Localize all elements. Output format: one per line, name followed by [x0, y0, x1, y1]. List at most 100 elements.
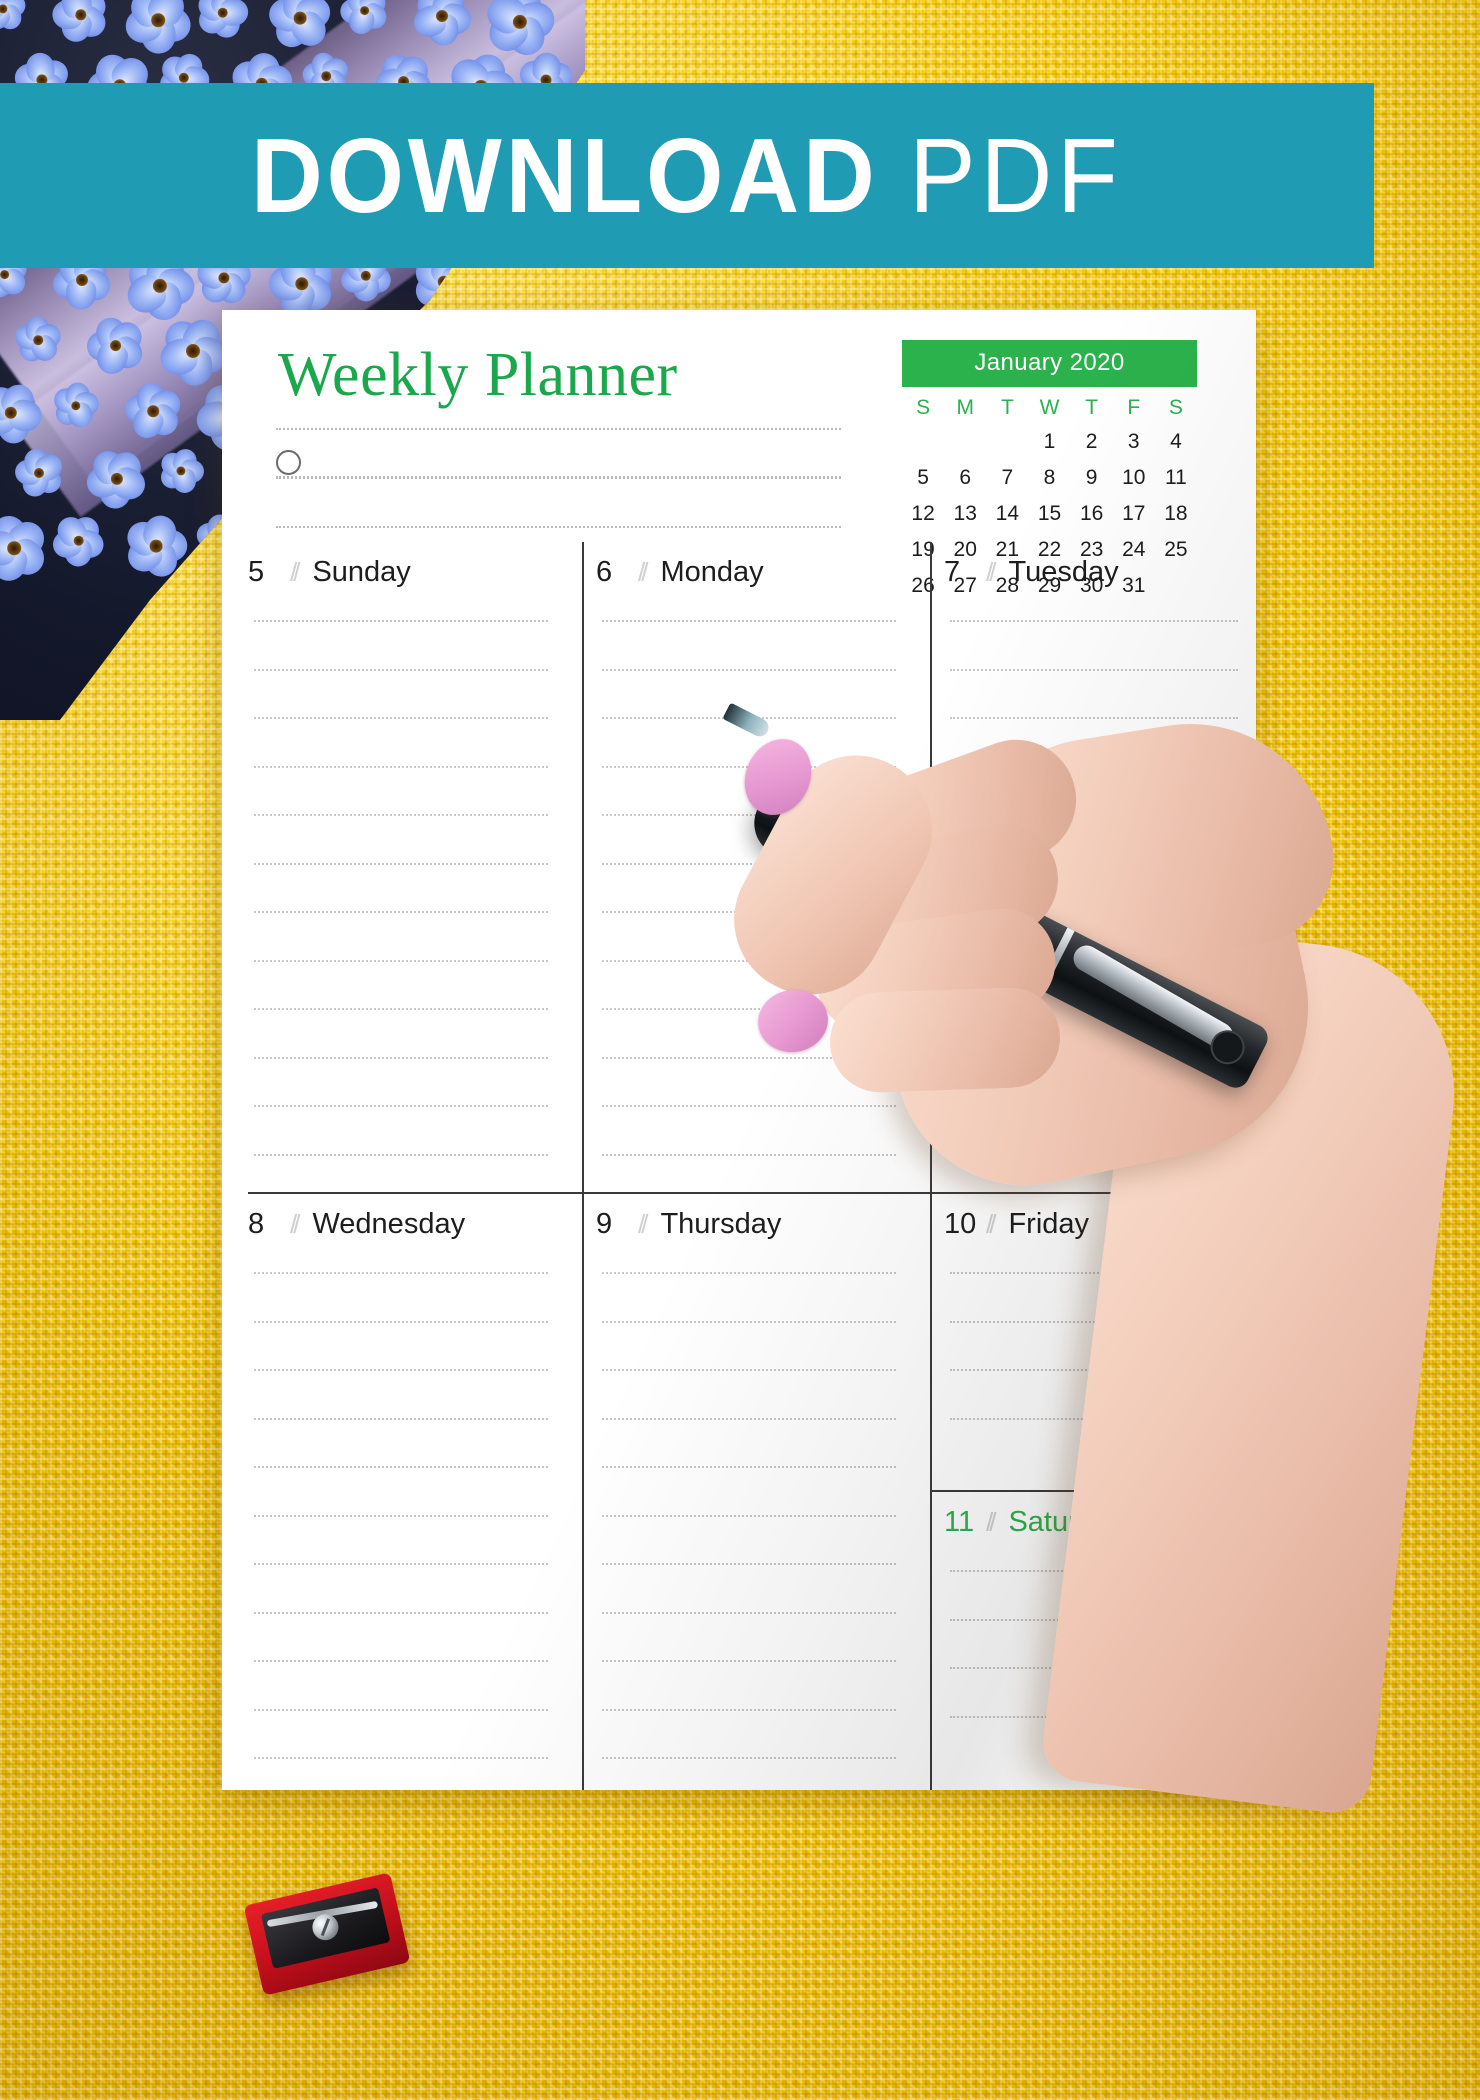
writing-line[interactable]: [254, 765, 548, 768]
writing-line[interactable]: [950, 717, 1238, 719]
writing-line[interactable]: [254, 1369, 548, 1371]
writing-line[interactable]: [950, 1618, 1238, 1621]
calendar-day-13[interactable]: 13: [944, 502, 986, 526]
writing-line[interactable]: [254, 1320, 548, 1323]
calendar-day-14[interactable]: 14: [986, 502, 1028, 526]
writing-line[interactable]: [602, 1105, 896, 1107]
calendar-day-7[interactable]: 7: [986, 466, 1028, 490]
writing-line[interactable]: [254, 1757, 548, 1759]
writing-line[interactable]: [602, 1008, 896, 1010]
writing-line[interactable]: [950, 1320, 1238, 1323]
calendar-day-4[interactable]: 4: [1155, 430, 1197, 454]
writing-line[interactable]: [950, 620, 1238, 622]
writing-line[interactable]: [602, 668, 896, 671]
writing-line[interactable]: [950, 1570, 1238, 1572]
writing-line[interactable]: [602, 911, 896, 913]
writing-line[interactable]: [950, 911, 1238, 913]
calendar-day-2[interactable]: 2: [1071, 430, 1113, 454]
writing-line[interactable]: [254, 1611, 548, 1614]
writing-line[interactable]: [254, 911, 548, 913]
writing-line[interactable]: [254, 620, 548, 622]
writing-line[interactable]: [254, 1466, 548, 1468]
writing-line[interactable]: [602, 765, 896, 768]
writing-line[interactable]: [950, 1417, 1238, 1420]
calendar-day-6[interactable]: 6: [944, 466, 986, 490]
writing-line[interactable]: [602, 1660, 896, 1662]
header-note-line[interactable]: [276, 477, 841, 479]
writing-line[interactable]: [254, 1056, 548, 1059]
calendar-day-15[interactable]: 15: [1028, 502, 1070, 526]
writing-line[interactable]: [602, 1272, 896, 1274]
writing-line[interactable]: [602, 1056, 896, 1059]
writing-line[interactable]: [950, 668, 1238, 671]
writing-line[interactable]: [254, 1708, 548, 1711]
writing-line[interactable]: [254, 1660, 548, 1662]
writing-line[interactable]: [950, 1369, 1238, 1371]
writing-line[interactable]: [602, 1320, 896, 1323]
calendar-day-1[interactable]: 1: [1028, 430, 1070, 454]
calendar-day-16[interactable]: 16: [1071, 502, 1113, 526]
day-header: 9 // Thursday: [596, 1194, 914, 1254]
calendar-day-3[interactable]: 3: [1113, 430, 1155, 454]
calendar-day-17[interactable]: 17: [1113, 502, 1155, 526]
day-cell-sunday[interactable]: 5 // Sunday: [248, 542, 566, 1192]
writing-line[interactable]: [254, 1563, 548, 1565]
calendar-day-11[interactable]: 11: [1155, 466, 1197, 490]
writing-line[interactable]: [254, 814, 548, 816]
writing-line[interactable]: [602, 1611, 896, 1614]
writing-line[interactable]: [602, 620, 896, 622]
calendar-day-8[interactable]: 8: [1028, 466, 1070, 490]
writing-line[interactable]: [950, 765, 1238, 768]
writing-line[interactable]: [602, 717, 896, 719]
writing-line[interactable]: [602, 1563, 896, 1565]
writing-line[interactable]: [254, 862, 548, 865]
flower: [83, 445, 150, 510]
writing-line[interactable]: [602, 1417, 896, 1420]
flower-center: [149, 539, 163, 553]
writing-line[interactable]: [602, 1153, 896, 1156]
header-note-line[interactable]: [276, 526, 841, 528]
writing-line[interactable]: [254, 1514, 548, 1517]
writing-line[interactable]: [950, 1105, 1238, 1107]
writing-line[interactable]: [254, 717, 548, 719]
day-cell-thursday[interactable]: 9 // Thursday: [596, 1194, 914, 1790]
writing-line[interactable]: [602, 814, 896, 816]
writing-line[interactable]: [602, 1369, 896, 1371]
writing-line[interactable]: [254, 1008, 548, 1010]
writing-line[interactable]: [950, 1272, 1238, 1274]
writing-line[interactable]: [602, 959, 896, 962]
writing-line[interactable]: [950, 1008, 1238, 1010]
day-cell-tuesday[interactable]: 7 // Tuesday: [944, 542, 1256, 1192]
writing-line[interactable]: [950, 814, 1238, 816]
writing-line[interactable]: [950, 959, 1238, 962]
writing-line[interactable]: [602, 1466, 896, 1468]
writing-line[interactable]: [254, 1153, 548, 1156]
writing-line[interactable]: [254, 1417, 548, 1420]
calendar-day-9[interactable]: 9: [1071, 466, 1113, 490]
writing-line[interactable]: [602, 862, 896, 865]
writing-line[interactable]: [950, 1153, 1238, 1156]
download-pdf-banner[interactable]: DOWNLOAD PDF: [0, 83, 1374, 268]
calendar-day-10[interactable]: 10: [1113, 466, 1155, 490]
writing-line[interactable]: [602, 1708, 896, 1711]
calendar-day-18[interactable]: 18: [1155, 502, 1197, 526]
day-cell-wednesday[interactable]: 8 // Wednesday: [248, 1194, 566, 1790]
calendar-day-5[interactable]: 5: [902, 466, 944, 490]
writing-line[interactable]: [602, 1514, 896, 1517]
writing-line[interactable]: [950, 862, 1238, 865]
writing-line[interactable]: [254, 1272, 548, 1274]
day-cell-monday[interactable]: 6 // Monday: [596, 542, 914, 1192]
writing-line[interactable]: [950, 1056, 1238, 1059]
header-note-line[interactable]: [276, 428, 841, 430]
writing-line[interactable]: [950, 1715, 1238, 1718]
writing-line[interactable]: [254, 1105, 548, 1107]
writing-line[interactable]: [950, 1667, 1238, 1669]
calendar-day-12[interactable]: 12: [902, 502, 944, 526]
day-cell-friday[interactable]: 10 // Friday: [944, 1194, 1256, 1490]
day-header: 11 // Saturday: [944, 1492, 1256, 1552]
day-cell-saturday[interactable]: 11 // Saturday: [944, 1492, 1256, 1790]
writing-line[interactable]: [254, 959, 548, 962]
writing-line[interactable]: [254, 668, 548, 671]
circle-bullet-icon[interactable]: [276, 450, 301, 475]
writing-line[interactable]: [602, 1757, 896, 1759]
